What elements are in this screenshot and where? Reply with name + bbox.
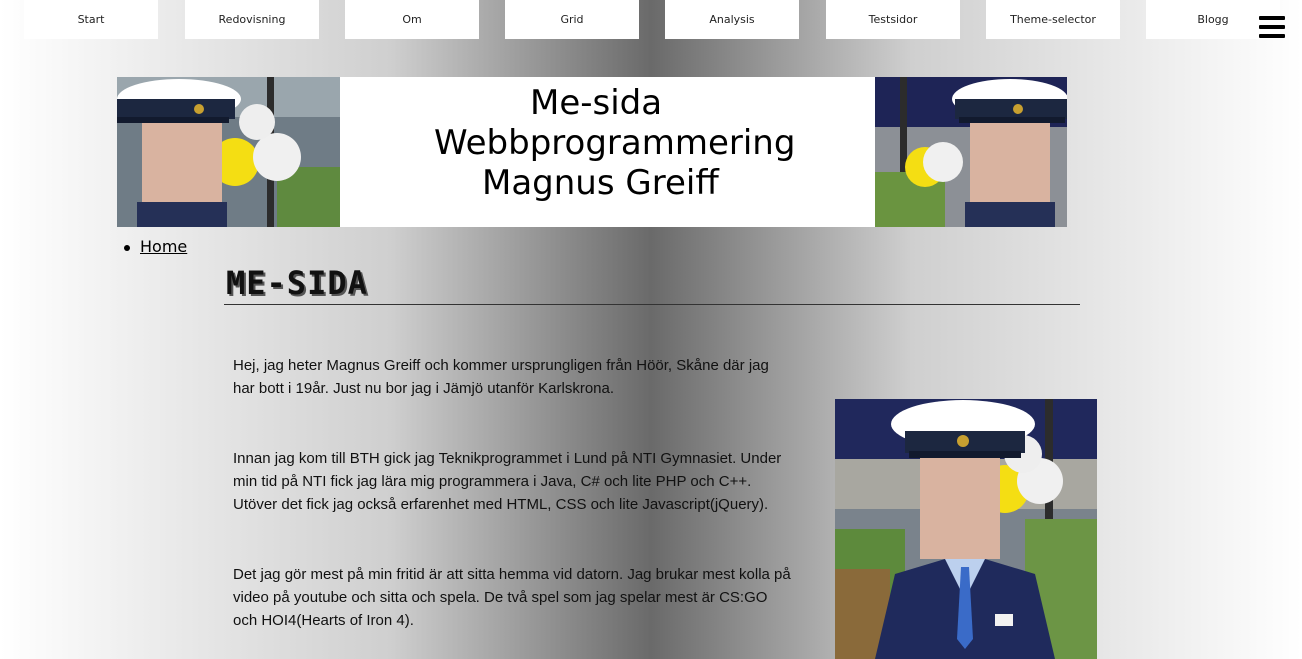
nav-analysis[interactable]: Analysis	[665, 0, 799, 39]
nav-testsidor[interactable]: Testsidor	[826, 0, 960, 39]
hobbies-paragraph: Det jag gör mest på min fritid är att si…	[233, 566, 791, 629]
hamburger-icon[interactable]	[1259, 16, 1285, 40]
title-divider	[224, 304, 1080, 305]
banner-title-line-1: Me-sida	[530, 83, 663, 123]
nav-redovisning[interactable]: Redovisning	[185, 0, 319, 39]
nav-start[interactable]: Start	[24, 0, 158, 39]
portrait-photo	[835, 399, 1097, 659]
intro-paragraph: Hej, jag heter Magnus Greiff och kommer …	[233, 357, 769, 397]
breadcrumb-home-link[interactable]: Home	[140, 237, 187, 256]
nav-grid[interactable]: Grid	[505, 0, 639, 39]
breadcrumb: Home	[124, 237, 187, 256]
nav-theme-selector[interactable]: Theme-selector	[986, 0, 1120, 39]
banner-title-line-2: Webbprogrammering	[434, 123, 796, 163]
banner-photo-right	[875, 77, 1067, 227]
banner-title-line-3: Magnus Greiff	[482, 163, 719, 203]
banner-photo-left	[117, 77, 340, 227]
page-title: ME-SIDA	[226, 264, 368, 302]
breadcrumb-item: Home	[124, 237, 187, 256]
main-content: Hej, jag heter Magnus Greiff och kommer …	[233, 354, 793, 632]
site-banner: Me-sida Webbprogrammering Magnus Greiff	[117, 77, 1067, 227]
education-paragraph: Innan jag kom till BTH gick jag Teknikpr…	[233, 450, 782, 513]
nav-om[interactable]: Om	[345, 0, 479, 39]
top-navigation: Start Redovisning Om Grid Analysis Tests…	[0, 0, 1302, 39]
